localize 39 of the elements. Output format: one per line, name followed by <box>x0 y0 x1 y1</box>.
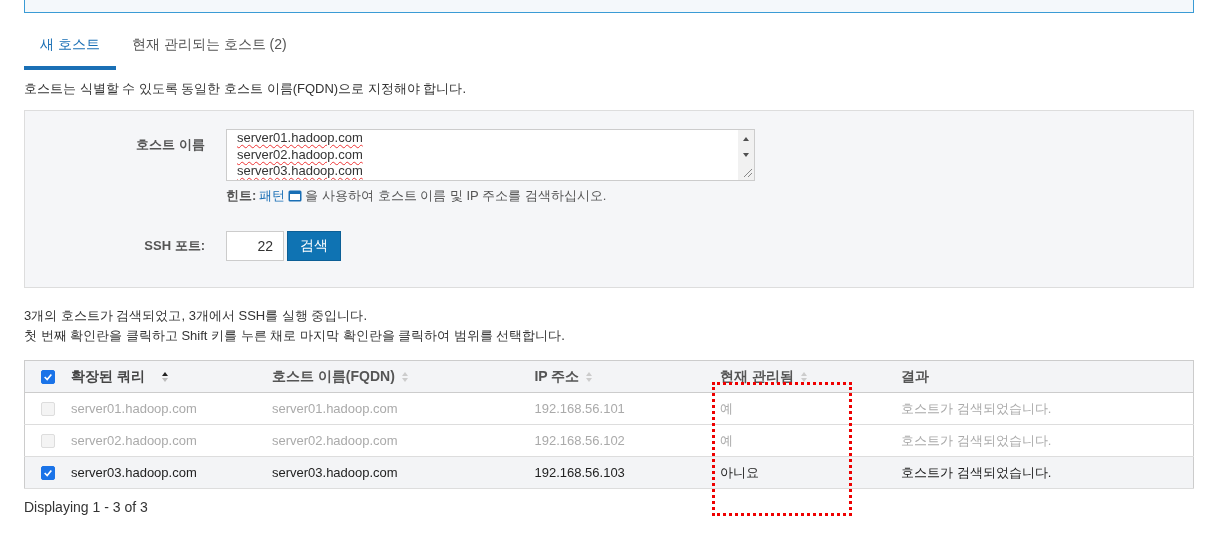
ssh-port-field[interactable]: 22 <box>226 231 284 261</box>
hostname-textarea[interactable]: server01.hadoop.com server02.hadoop.com server03.hadoop.com <box>226 129 755 181</box>
status-message: 첫 번째 확인란을 클릭하고 Shift 키를 누른 채로 마지막 확인란을 클릭하여 범위를 선택합니다. <box>24 327 566 345</box>
field-label: 호스트 이름 <box>135 136 206 154</box>
table-cell: server01.hadoop.com <box>71 401 197 416</box>
window-icon <box>288 190 303 202</box>
column-header[interactable]: 확장된 쿼리 <box>71 367 145 386</box>
row-checkbox[interactable] <box>41 465 55 480</box>
field-label: SSH 포트: <box>143 237 206 255</box>
column-header[interactable]: 결과 <box>901 367 930 386</box>
table-cell: server02.hadoop.com <box>71 433 197 448</box>
table-cell: server03.hadoop.com <box>271 465 398 480</box>
hint-text: 을 사용하여 호스트 이름 및 IP 주소를 검색하십시오. <box>305 187 607 205</box>
checkmark-icon <box>43 371 53 382</box>
scrollbar-icon <box>738 130 754 180</box>
sort-icon[interactable] <box>160 370 169 383</box>
pagination-text: Displaying 1 - 3 of 3 <box>24 499 149 515</box>
table-cell: 호스트가 검색되었습니다. <box>901 431 1052 450</box>
checkmark-icon <box>43 467 53 478</box>
hint-label: 힌트: <box>226 187 257 205</box>
table-cell: 호스트가 검색되었습니다. <box>901 399 1052 418</box>
search-button[interactable]: 검색 <box>287 231 341 261</box>
table-cell: 예 <box>719 399 733 418</box>
table-cell: 예 <box>719 431 733 450</box>
tab[interactable]: 새 호스트 <box>24 27 116 70</box>
table-cell: 192.168.56.103 <box>534 465 625 480</box>
table-cell: 192.168.56.102 <box>534 433 625 448</box>
column-header[interactable]: IP 주소 <box>534 367 580 386</box>
table-cell: server01.hadoop.com <box>271 401 398 416</box>
table-cell: 아니요 <box>719 463 759 482</box>
table-cell: 192.168.56.101 <box>534 401 625 416</box>
pattern-link[interactable]: 패턴 <box>259 187 286 205</box>
table-cell: server03.hadoop.com <box>71 465 197 480</box>
status-message: 3개의 호스트가 검색되었고, 3개에서 SSH를 실행 중입니다. <box>24 307 369 325</box>
table-cell: 호스트가 검색되었습니다. <box>901 463 1052 482</box>
tab[interactable]: 현재 관리되는 호스트 (2) <box>115 27 303 70</box>
description-text: 호스트는 식별할 수 있도록 동일한 호스트 이름(FQDN)으로 지정해야 합니다. <box>24 80 467 98</box>
select-all-checkbox[interactable] <box>41 369 55 384</box>
table-cell: server02.hadoop.com <box>271 433 398 448</box>
